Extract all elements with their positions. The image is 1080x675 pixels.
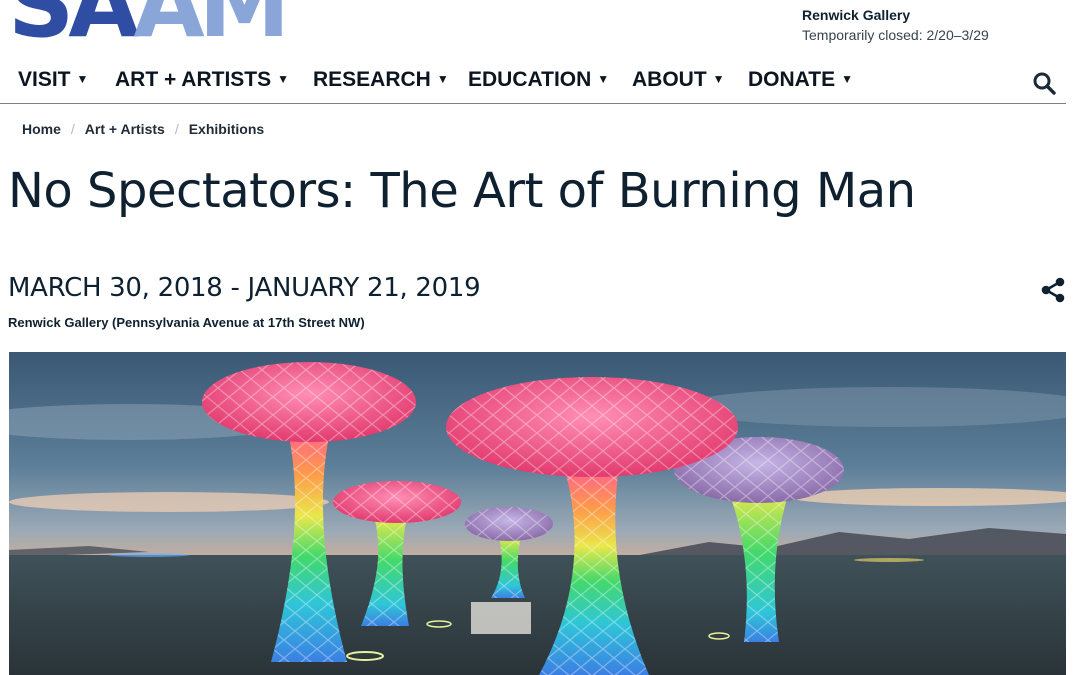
- nav-label: ABOUT: [632, 68, 707, 91]
- nav-item-education[interactable]: EDUCATION ▼: [468, 68, 609, 92]
- breadcrumb-separator: /: [70, 121, 75, 137]
- share-icon[interactable]: [1040, 277, 1066, 303]
- logo-part2: AM: [133, 0, 290, 58]
- breadcrumb-exhibitions[interactable]: Exhibitions: [189, 121, 264, 137]
- logo-part1: SA: [8, 0, 139, 58]
- nav-label: EDUCATION: [468, 68, 592, 91]
- breadcrumb: Home / Art + Artists / Exhibitions: [22, 121, 264, 137]
- search-icon[interactable]: [1032, 71, 1056, 95]
- exhibition-dates: MARCH 30, 2018 - JANUARY 21, 2019: [8, 273, 481, 303]
- nav-label: VISIT: [18, 68, 71, 91]
- caret-down-icon: ▼: [277, 72, 290, 86]
- breadcrumb-separator: /: [174, 121, 179, 137]
- caret-down-icon: ▼: [597, 72, 610, 86]
- nav-item-donate[interactable]: DONATE ▼: [748, 68, 853, 92]
- breadcrumb-home[interactable]: Home: [22, 121, 61, 137]
- gallery-status: Temporarily closed: 2/20–3/29: [802, 27, 989, 43]
- exhibition-location: Renwick Gallery (Pennsylvania Avenue at …: [8, 315, 365, 330]
- nav-label: RESEARCH: [313, 68, 431, 91]
- saam-logo[interactable]: SAAM: [8, 0, 290, 51]
- main-nav: VISIT ▼ ART + ARTISTS ▼ RESEARCH ▼ EDUCATIO…: [0, 63, 1066, 104]
- caret-down-icon: ▼: [436, 72, 449, 86]
- breadcrumb-art-artists[interactable]: Art + Artists: [85, 121, 165, 137]
- hero-image: [9, 352, 1066, 675]
- nav-item-about[interactable]: ABOUT ▼: [632, 68, 725, 92]
- caret-down-icon: ▼: [76, 72, 89, 86]
- nav-label: DONATE: [748, 68, 836, 91]
- gallery-name[interactable]: Renwick Gallery: [802, 5, 989, 25]
- caret-down-icon: ▼: [841, 72, 853, 86]
- gallery-status-note: Renwick Gallery Temporarily closed: 2/20…: [802, 5, 989, 45]
- caret-down-icon: ▼: [712, 72, 725, 86]
- nav-item-art-artists[interactable]: ART + ARTISTS ▼: [115, 68, 289, 92]
- nav-item-visit[interactable]: VISIT ▼: [18, 68, 88, 92]
- nav-item-research[interactable]: RESEARCH ▼: [313, 68, 449, 92]
- page-title: No Spectators: The Art of Burning Man: [8, 163, 916, 219]
- nav-label: ART + ARTISTS: [115, 68, 272, 91]
